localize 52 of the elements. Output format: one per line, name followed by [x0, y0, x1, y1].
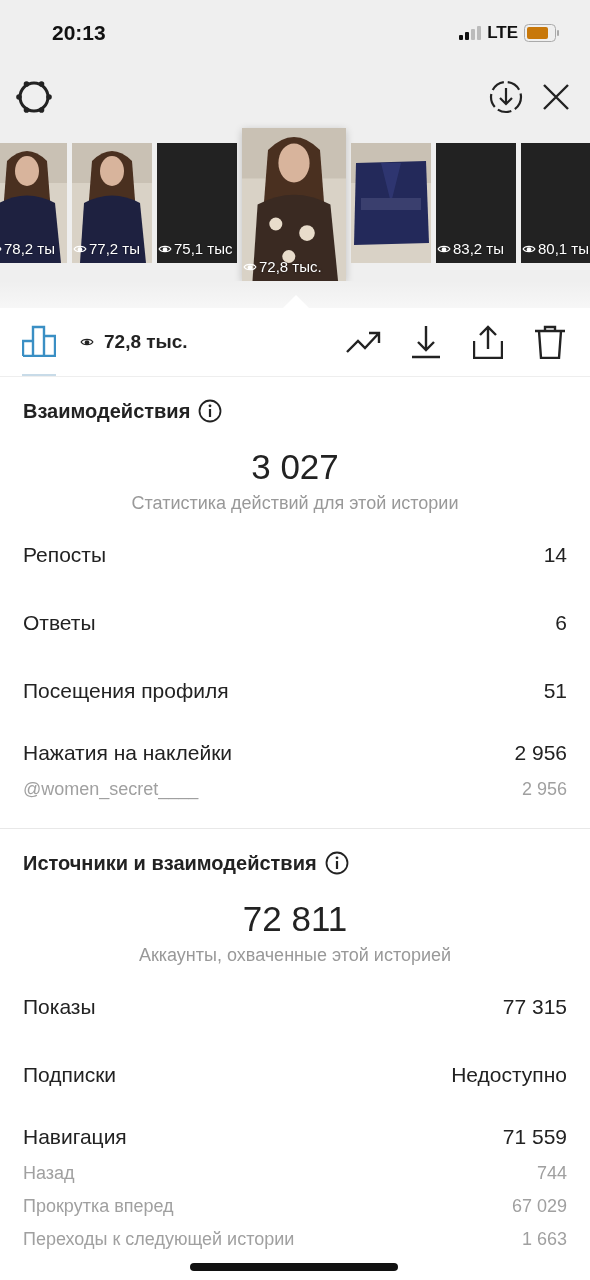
download-icon — [411, 325, 441, 359]
view-count: 75,1 тыс — [174, 240, 233, 257]
view-count: 72,8 тыс. — [259, 258, 322, 275]
metric-label: Репосты — [23, 543, 107, 567]
view-count: 80,1 ты — [538, 240, 589, 257]
metric-label: Ответы — [23, 611, 96, 635]
total-count: 3 027 — [250, 447, 340, 487]
settings-icon — [16, 79, 52, 115]
info-icon[interactable] — [324, 851, 349, 875]
section-title: Источники и взаимодействия — [23, 851, 317, 875]
total-caption: Статистика действий для этой истории — [130, 493, 460, 514]
view-count: 72,8 тыс. — [104, 331, 188, 353]
metric-value: 67 029 — [511, 1195, 567, 1217]
metric-value: 14 — [543, 543, 567, 567]
metric-label: @women_secret____ — [23, 778, 199, 800]
metric-label: Прокрутка вперед — [23, 1195, 174, 1217]
section-title: Взаимодействия — [23, 399, 191, 423]
metric-value: 6 — [555, 611, 567, 635]
info-icon[interactable] — [198, 399, 223, 423]
metric-label: Навигация — [23, 1125, 127, 1149]
story-thumbnail[interactable]: 80,1 ты — [521, 143, 590, 263]
metric-value: Недоступно — [451, 1063, 567, 1087]
metric-label: Назад — [23, 1162, 75, 1184]
metric-value: 2 956 — [514, 741, 567, 765]
story-thumbnail[interactable]: 83,2 ты — [436, 143, 516, 263]
status-time: 20:13 — [52, 21, 106, 45]
bar-chart-icon — [22, 325, 56, 357]
view-count: 77,2 ты — [89, 240, 140, 257]
metric-label: Показы — [23, 995, 96, 1019]
metric-value: 51 — [543, 679, 567, 703]
view-count: 78,2 ты — [4, 240, 55, 257]
share-icon — [473, 325, 503, 359]
metric-value: 71 559 — [502, 1125, 567, 1149]
metric-value: 2 956 — [521, 778, 567, 800]
total-caption: Аккаунты, охваченные этой историей — [137, 945, 453, 966]
metric-label: Посещения профиля — [23, 679, 229, 703]
trend-icon — [346, 330, 382, 354]
download-icon — [488, 79, 524, 115]
view-count: 83,2 ты — [453, 240, 504, 257]
battery-icon — [524, 24, 560, 42]
metric-label: Подписки — [23, 1063, 117, 1087]
metric-label: Нажатия на наклейки — [23, 741, 233, 765]
story-thumbnail[interactable]: 75,1 тыс — [157, 143, 237, 263]
trash-icon — [534, 325, 566, 359]
close-icon — [542, 83, 570, 111]
metric-value: 744 — [536, 1162, 567, 1184]
total-count: 72 811 — [241, 899, 349, 939]
metric-value: 77 315 — [502, 995, 567, 1019]
metric-label: Переходы к следующей истории — [23, 1228, 295, 1250]
metric-value: 1 663 — [521, 1228, 567, 1250]
network-label: LTE — [487, 23, 518, 43]
signal-icon — [459, 26, 482, 40]
